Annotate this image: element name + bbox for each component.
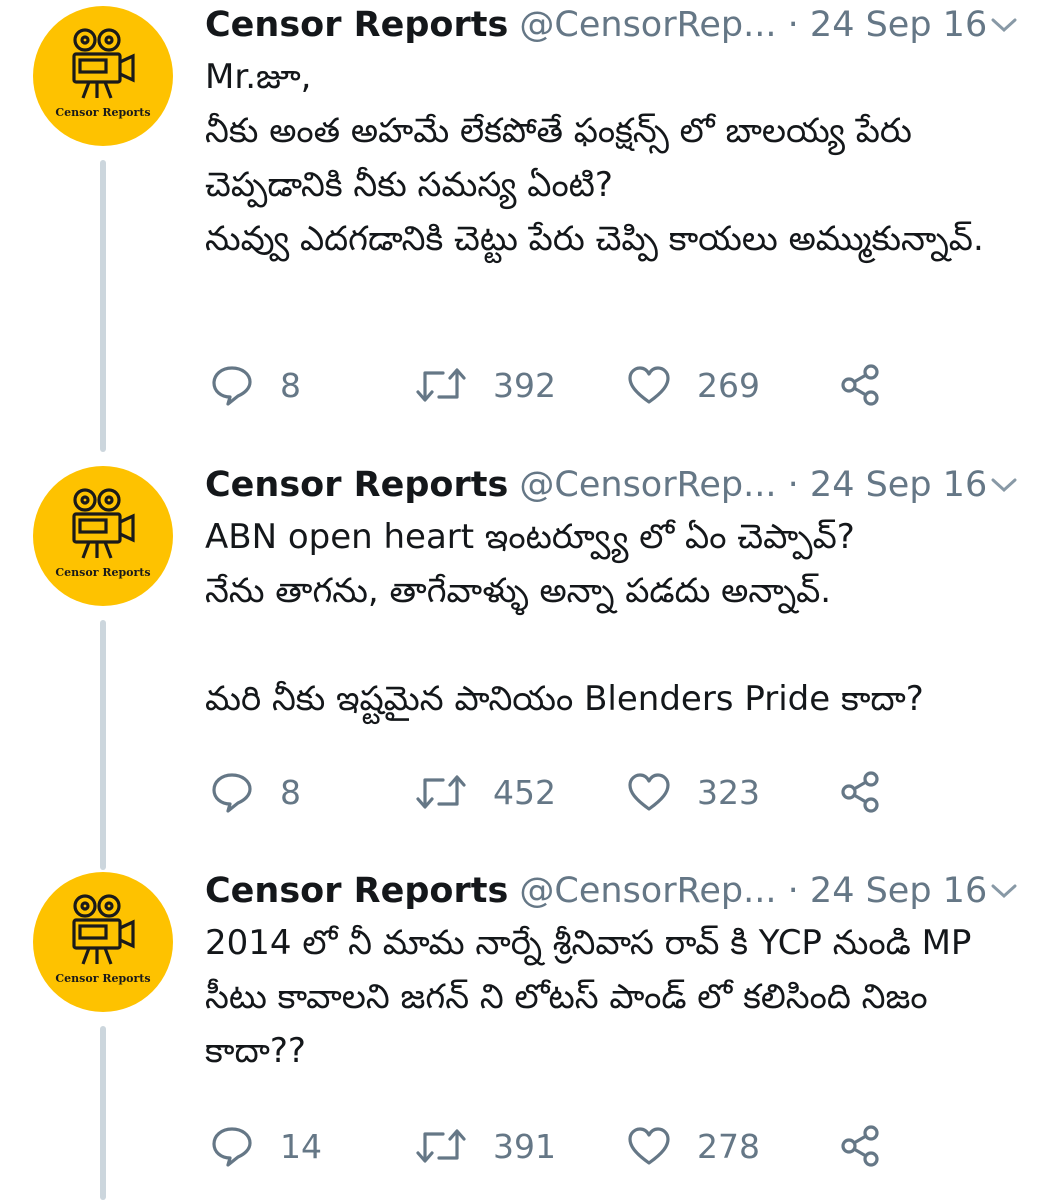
like-button[interactable]: 278 — [627, 1116, 760, 1176]
reply-button[interactable]: 14 — [210, 1116, 322, 1176]
share-button[interactable] — [838, 1116, 882, 1176]
reply-button[interactable]: 8 — [210, 355, 301, 415]
reply-icon — [212, 366, 252, 406]
retweet-count: 392 — [493, 365, 556, 405]
tweet-date[interactable]: 24 Sep 16 — [810, 5, 987, 45]
tweet-actions: 14 391 278 — [205, 1116, 905, 1176]
reply-count: 8 — [280, 772, 301, 812]
heart-icon — [628, 1127, 670, 1165]
tweet-text: 2014 లో నీ మామ నార్నే శ్రీనివాస రావ్ కి … — [205, 923, 972, 1071]
avatar[interactable]: Censor Reports — [33, 466, 173, 606]
share-button[interactable] — [838, 762, 882, 822]
like-button[interactable]: 269 — [627, 355, 760, 415]
like-count: 269 — [697, 365, 760, 405]
tweet-date[interactable]: 24 Sep 16 — [810, 871, 987, 911]
tweet-header: Censor Reports @CensorRep... · 24 Sep 16 — [205, 460, 1035, 510]
retweet-count: 452 — [493, 772, 556, 812]
retweet-button[interactable]: 391 — [415, 1116, 556, 1176]
reply-count: 14 — [280, 1126, 322, 1166]
separator: · — [787, 465, 799, 505]
reply-count: 8 — [280, 365, 301, 405]
retweet-count: 391 — [493, 1126, 556, 1166]
reply-icon — [212, 1127, 252, 1167]
heart-icon — [628, 773, 670, 811]
tweet-date[interactable]: 24 Sep 16 — [810, 465, 987, 505]
film-camera-icon — [72, 28, 135, 99]
like-count: 323 — [697, 772, 760, 812]
heart-icon — [628, 366, 670, 404]
chevron-down-icon[interactable] — [989, 880, 1019, 902]
author-name[interactable]: Censor Reports — [205, 465, 508, 505]
film-camera-icon — [72, 894, 135, 965]
retweet-icon — [416, 1129, 466, 1163]
chevron-down-icon[interactable] — [989, 14, 1019, 36]
tweet[interactable]: Censor Reports Censor Reports @CensorRep… — [0, 460, 1042, 860]
tweet-actions: 8 392 269 — [205, 355, 905, 415]
share-icon — [841, 771, 879, 813]
tweet-actions: 8 452 323 — [205, 762, 905, 822]
avatar-label: Censor Reports — [55, 566, 151, 579]
film-camera-icon — [72, 488, 135, 559]
tweet[interactable]: Censor Reports Censor Reports @CensorRep… — [0, 0, 1042, 450]
retweet-button[interactable]: 392 — [415, 355, 556, 415]
avatar[interactable]: Censor Reports — [33, 872, 173, 1012]
tweet-header: Censor Reports @CensorRep... · 24 Sep 16 — [205, 0, 1035, 50]
tweet-text: ABN open heart ఇంటర్వ్యూ లో ఏం చెప్పావ్?… — [205, 517, 924, 719]
retweet-button[interactable]: 452 — [415, 762, 556, 822]
author-handle[interactable]: @CensorRep... — [519, 465, 776, 505]
share-button[interactable] — [838, 355, 882, 415]
separator: · — [787, 871, 799, 911]
author-handle[interactable]: @CensorRep... — [519, 871, 776, 911]
author-name[interactable]: Censor Reports — [205, 5, 508, 45]
author-name[interactable]: Censor Reports — [205, 871, 508, 911]
like-count: 278 — [697, 1126, 760, 1166]
reply-button[interactable]: 8 — [210, 762, 301, 822]
like-button[interactable]: 323 — [627, 762, 760, 822]
share-icon — [841, 1125, 879, 1167]
retweet-icon — [416, 775, 466, 809]
tweet-text: Mr.జూ, నీకు అంత అహమే లేకపోతే ఫంక్షన్స్ ల… — [205, 57, 984, 259]
tweet-header: Censor Reports @CensorRep... · 24 Sep 16 — [205, 866, 1035, 916]
reply-icon — [212, 773, 252, 813]
retweet-icon — [416, 368, 466, 402]
avatar-label: Censor Reports — [55, 106, 151, 119]
tweet[interactable]: Censor Reports Censor Reports @CensorRep… — [0, 866, 1042, 1200]
share-icon — [841, 364, 879, 406]
author-handle[interactable]: @CensorRep... — [519, 5, 776, 45]
chevron-down-icon[interactable] — [989, 474, 1019, 496]
avatar[interactable]: Censor Reports — [33, 6, 173, 146]
avatar-label: Censor Reports — [55, 972, 151, 985]
separator: · — [787, 5, 799, 45]
